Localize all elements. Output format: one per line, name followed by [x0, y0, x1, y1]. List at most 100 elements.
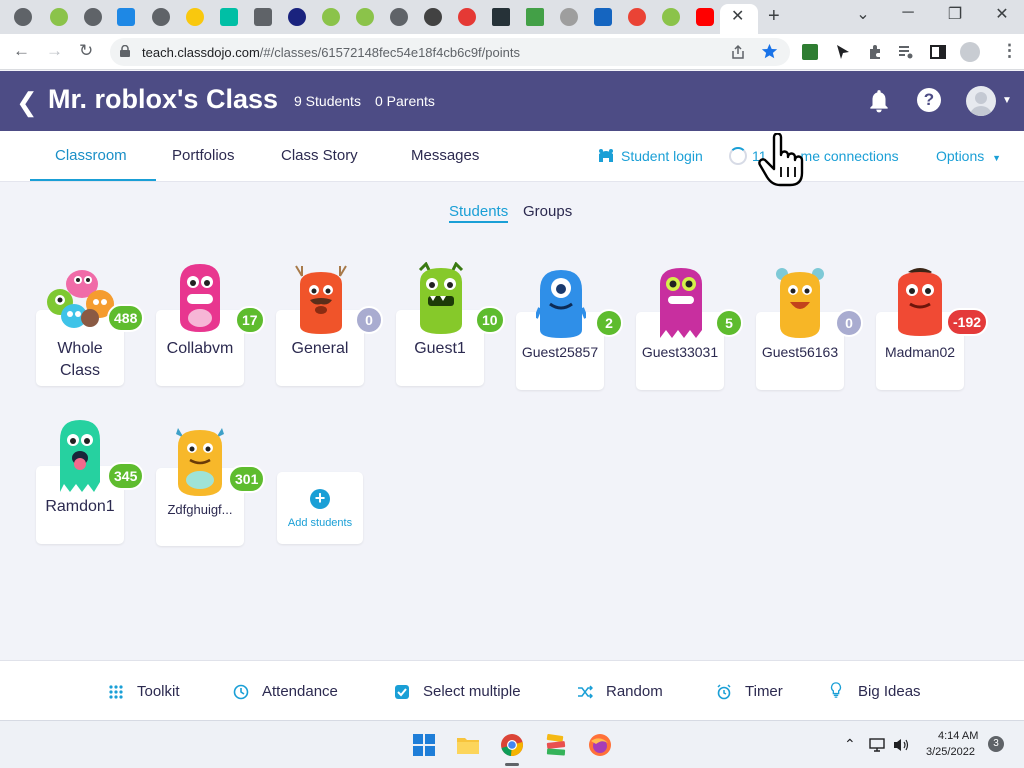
red-monster-avatar-icon — [898, 268, 942, 336]
reload-icon[interactable]: ↻ — [79, 41, 93, 61]
forward-arrow-icon[interactable]: → — [46, 41, 63, 61]
home-connections-label: me connections — [800, 148, 899, 164]
hand-cursor-icon — [758, 133, 804, 187]
avatar[interactable] — [966, 86, 996, 116]
class-tabs: Classroom Portfolios Class Story Message… — [0, 131, 1024, 182]
side-panel-icon[interactable] — [930, 44, 946, 60]
clock-time[interactable]: 4:14 AM — [938, 730, 978, 742]
tab-favicon-icon[interactable] — [458, 8, 476, 26]
tab-favicon-icon[interactable] — [526, 8, 544, 26]
tab-favicon-icon[interactable] — [628, 8, 646, 26]
tab-favicon-icon[interactable] — [560, 8, 578, 26]
bookmark-star-icon[interactable] — [761, 43, 778, 60]
tab-favicon-icon[interactable] — [186, 8, 204, 26]
tab-favicon-icon[interactable] — [220, 8, 238, 26]
options-menu[interactable]: Options ▼ — [936, 148, 1001, 164]
parents-count[interactable]: 0 Parents — [375, 93, 435, 109]
tab-portfolios[interactable]: Portfolios — [172, 147, 235, 164]
tab-favicon-icon[interactable] — [322, 8, 340, 26]
student-name: Guest56163 — [761, 344, 839, 360]
profile-icon[interactable] — [960, 42, 980, 62]
lock-icon — [120, 45, 130, 57]
green-monster-avatar-icon — [418, 262, 464, 334]
minimize-button[interactable]: ─ — [888, 4, 928, 22]
address-bar[interactable]: teach.classdojo.com/#/classes/61572148fe… — [110, 38, 790, 66]
cursor-extension-icon[interactable] — [835, 44, 851, 60]
close-icon[interactable]: ✕ — [731, 6, 744, 26]
bottom-toolbar: Toolkit Attendance Select multiple Rando… — [0, 660, 1024, 720]
points-badge: 301 — [228, 465, 266, 493]
bluestacks-icon[interactable] — [544, 733, 568, 757]
clock-check-icon — [233, 684, 249, 700]
tab-favicon-icon[interactable] — [662, 8, 680, 26]
tab-favicon-icon[interactable] — [424, 8, 442, 26]
bell-icon[interactable] — [866, 88, 892, 114]
tab-favicon-icon[interactable] — [492, 8, 510, 26]
orange-monster-avatar-icon — [295, 265, 347, 334]
chevron-down-icon[interactable]: ▼ — [1002, 95, 1012, 106]
browser-toolbar: ← → ↻ teach.classdojo.com/#/classes/6157… — [0, 34, 1024, 70]
tab-favicon-icon[interactable] — [356, 8, 374, 26]
windows-start-icon[interactable] — [412, 733, 436, 757]
select-multiple-label: Select multiple — [423, 683, 521, 700]
tab-favicon-icon[interactable] — [117, 8, 135, 26]
tab-favicon-icon[interactable] — [50, 8, 68, 26]
groups-toggle[interactable]: Groups — [523, 203, 572, 220]
add-students-button[interactable]: + Add students — [277, 472, 363, 544]
students-toggle[interactable]: Students — [449, 203, 509, 223]
media-control-icon[interactable] — [898, 44, 914, 60]
notification-count-badge[interactable]: 3 — [988, 736, 1004, 752]
close-window-button[interactable]: ✕ — [982, 4, 1022, 24]
class-title[interactable]: Mr. roblox's Class — [48, 84, 278, 115]
student-name: General — [291, 340, 349, 357]
file-explorer-icon[interactable] — [456, 733, 480, 757]
points-badge: 0 — [835, 309, 863, 337]
points-badge: 2 — [595, 309, 623, 337]
tab-favicon-icon[interactable] — [84, 8, 102, 26]
share-icon[interactable] — [730, 44, 746, 60]
tab-favicon-icon[interactable] — [152, 8, 170, 26]
active-app-indicator — [505, 763, 519, 766]
clock-date[interactable]: 3/25/2022 — [926, 746, 975, 758]
maximize-button[interactable]: ❐ — [935, 4, 975, 24]
student-login-link[interactable]: Student login — [621, 148, 703, 164]
network-icon[interactable] — [869, 737, 887, 753]
tab-favicon-icon[interactable] — [594, 8, 612, 26]
back-arrow-icon[interactable]: ← — [13, 41, 30, 61]
tab-classroom[interactable]: Classroom — [55, 147, 127, 164]
student-name: Whole Class — [57, 340, 103, 379]
browser-menu-icon[interactable]: ⋮ — [1001, 41, 1018, 61]
alarm-clock-icon — [717, 684, 731, 700]
random-label: Random — [606, 683, 663, 700]
tab-favicon-icon[interactable] — [254, 8, 272, 26]
help-icon[interactable]: ? — [917, 88, 941, 112]
active-tab-indicator — [30, 179, 156, 181]
student-name: Guest1 — [414, 340, 466, 357]
tab-messages[interactable]: Messages — [411, 147, 479, 164]
student-name: Guest33031 — [641, 344, 719, 360]
tab-class-story[interactable]: Class Story — [281, 147, 358, 164]
class-header: ❮ Mr. roblox's Class 9 Students 0 Parent… — [0, 71, 1024, 131]
show-hidden-icons-chevron-icon[interactable]: ⌃ — [844, 736, 856, 753]
extension-icon[interactable] — [802, 44, 818, 60]
chrome-icon[interactable] — [500, 733, 524, 757]
firefox-icon[interactable] — [588, 733, 612, 757]
options-label: Options — [936, 148, 985, 164]
points-badge: 5 — [715, 309, 743, 337]
volume-icon[interactable] — [892, 737, 910, 753]
windows-taskbar: ⌃ 4:14 AM 3/25/2022 3 — [0, 720, 1024, 768]
tab-favicon-icon[interactable] — [696, 8, 714, 26]
student-name: Collabvm — [166, 340, 234, 357]
students-count[interactable]: 9 Students — [294, 93, 361, 109]
puzzle-icon[interactable] — [867, 44, 883, 60]
tab-favicon-icon[interactable] — [390, 8, 408, 26]
browser-tab-strip: ✕ + ⌄ ─ ❐ ✕ — [0, 0, 1024, 34]
tab-favicon-icon[interactable] — [14, 8, 32, 26]
tab-favicon-icon[interactable] — [288, 8, 306, 26]
new-tab-button[interactable]: + — [768, 5, 780, 28]
tab-search-chevron-icon[interactable]: ⌄ — [843, 4, 883, 24]
student-name: Guest25857 — [521, 344, 599, 360]
plus-icon: + — [310, 489, 330, 509]
back-chevron-icon[interactable]: ❮ — [16, 87, 38, 118]
pink-monster-avatar-icon — [180, 264, 220, 332]
